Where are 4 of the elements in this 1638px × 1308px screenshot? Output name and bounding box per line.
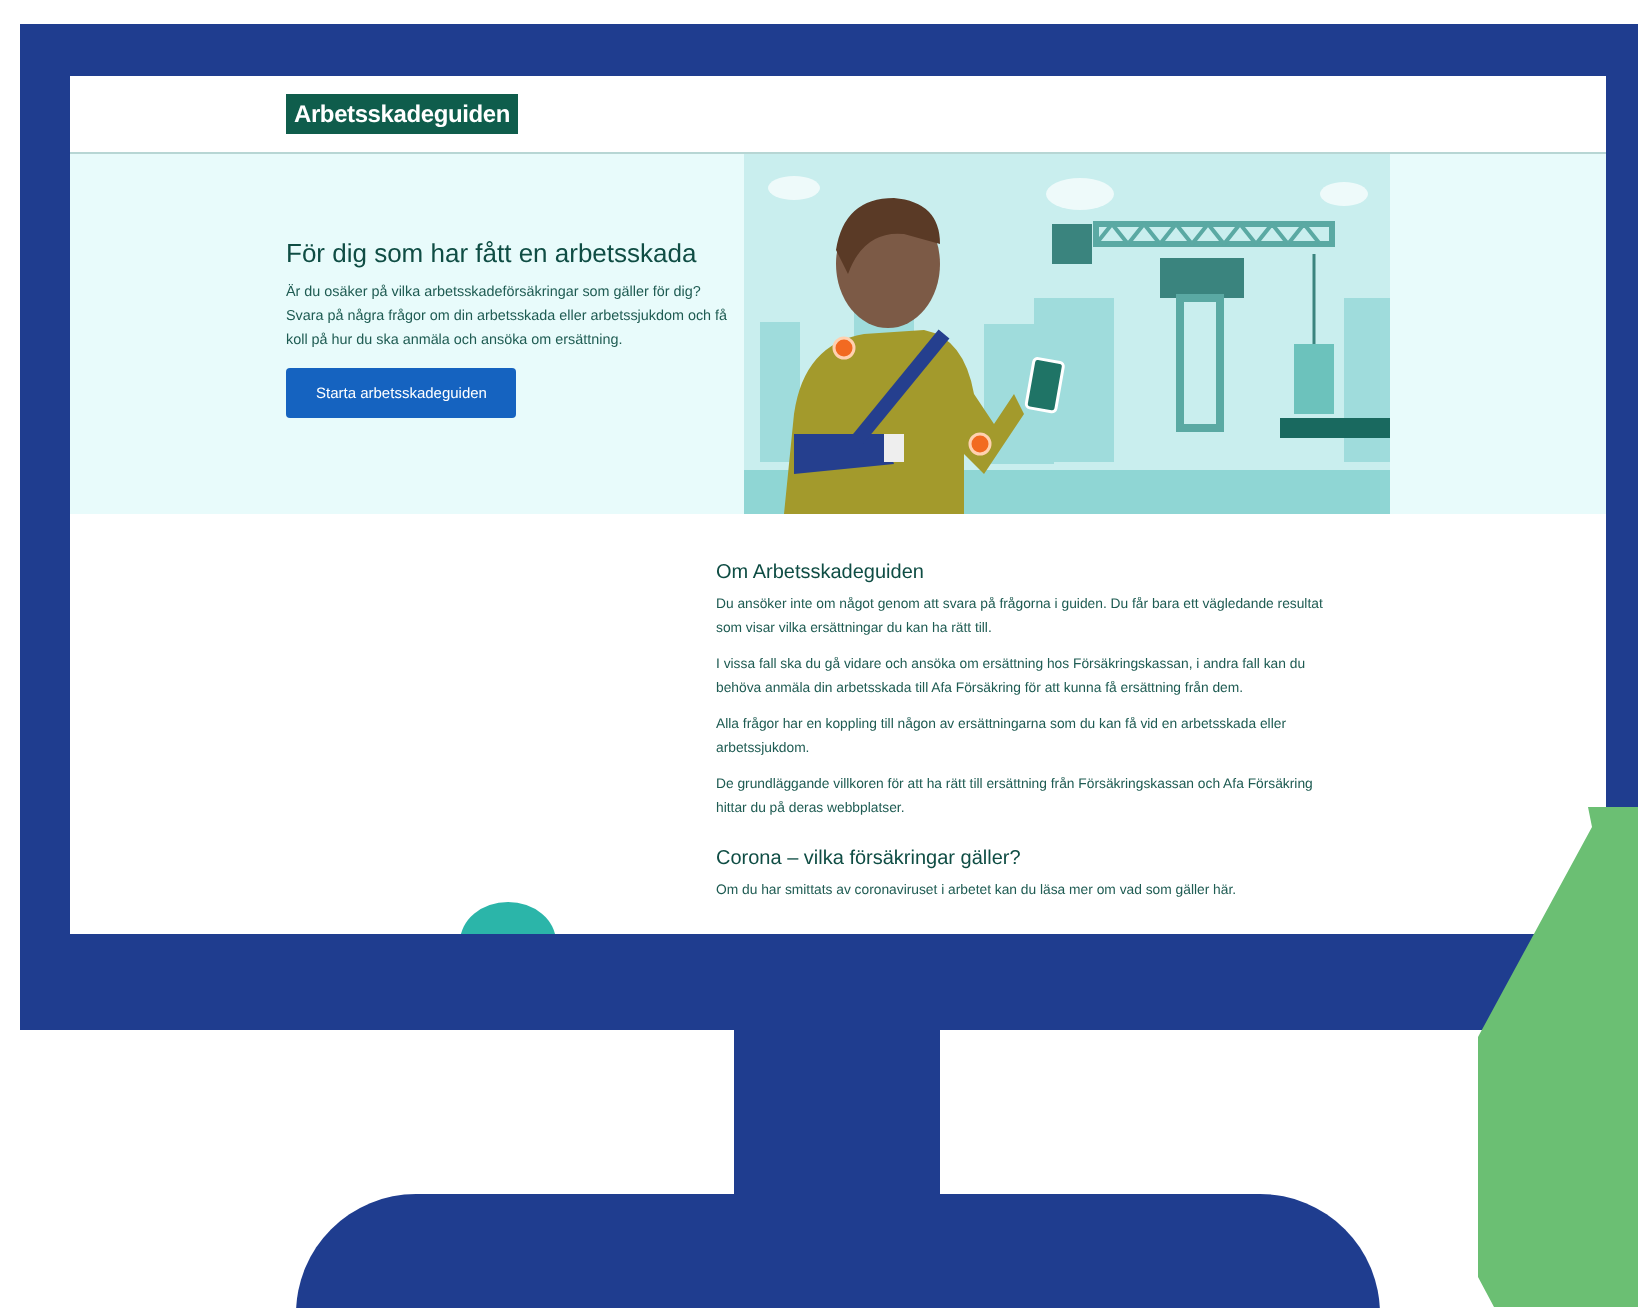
section-heading: Om Arbetsskadeguiden — [716, 562, 926, 584]
site-logo[interactable]: Arbetsskadeguiden — [286, 94, 518, 134]
section-heading: Corona – vilka försäkringar gäller? — [716, 848, 1023, 870]
hero-title: För dig som har fått en arbetsskada — [286, 238, 699, 268]
